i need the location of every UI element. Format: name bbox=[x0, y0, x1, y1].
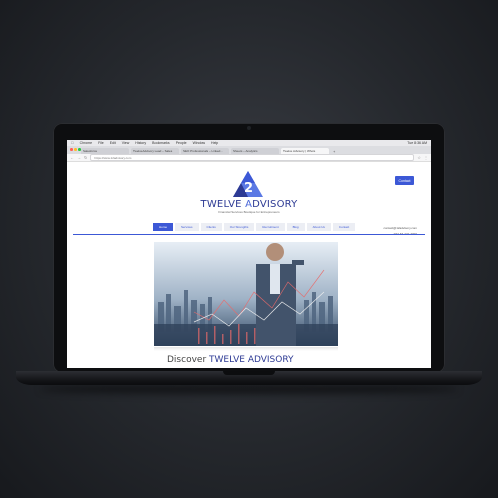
menu-item-people[interactable]: People bbox=[176, 141, 187, 145]
camera-icon bbox=[247, 126, 251, 130]
laptop-shadow bbox=[40, 384, 458, 394]
tab-bar: Salesforce TwelveAdvisory Lead – Sales S… bbox=[67, 146, 431, 154]
new-tab-icon[interactable]: + bbox=[333, 149, 335, 154]
hero-image bbox=[154, 242, 338, 346]
browser-tab[interactable]: Sheets – Analytics bbox=[231, 148, 279, 154]
nav-home[interactable]: Home bbox=[153, 223, 174, 231]
back-icon[interactable]: ← bbox=[70, 155, 74, 160]
tagline: Financial Services Boutique for Entrepre… bbox=[218, 210, 280, 214]
nav-contact[interactable]: Contact bbox=[332, 223, 356, 231]
nav-recruitment[interactable]: Recruitment bbox=[256, 223, 285, 231]
menu-item-view[interactable]: View bbox=[122, 141, 130, 145]
address-bar-row: ← → ↻ https://www.12advisory.com ☆ ⋮ bbox=[67, 154, 431, 162]
browser-tab[interactable]: SEO Professionals – Linked… bbox=[181, 148, 229, 154]
laptop-lid:  Chrome File Edit View History Bookmark… bbox=[53, 123, 445, 373]
forward-icon[interactable]: → bbox=[77, 155, 81, 160]
laptop-base bbox=[16, 371, 482, 385]
maximize-window-icon[interactable] bbox=[78, 148, 81, 151]
nav-services[interactable]: Services bbox=[175, 223, 199, 231]
menu-item-history[interactable]: History bbox=[135, 141, 146, 145]
nav-blog[interactable]: Blog bbox=[286, 223, 305, 231]
browser-tab[interactable]: Salesforce bbox=[81, 148, 129, 154]
twelve-advisory-logo[interactable]: 2 bbox=[232, 170, 264, 198]
svg-text:2: 2 bbox=[244, 181, 253, 196]
menubar-clock: Tue 8:36 AM bbox=[407, 141, 427, 145]
menu-item-chrome[interactable]: Chrome bbox=[80, 141, 92, 145]
menu-dots-icon[interactable]: ⋮ bbox=[424, 155, 428, 160]
contact-info: contact@12advisory.com +972-54-432-7090 bbox=[383, 225, 417, 237]
menu-item-help[interactable]: Help bbox=[211, 141, 218, 145]
brand-suffix: DVISORY bbox=[252, 199, 298, 210]
star-icon[interactable]: ☆ bbox=[417, 155, 421, 160]
window-controls bbox=[70, 148, 81, 151]
web-page: Contact 2 TWELVE ADVISORY Financial Serv… bbox=[67, 162, 431, 368]
menu-item-window[interactable]: Window bbox=[193, 141, 205, 145]
close-window-icon[interactable] bbox=[70, 148, 73, 151]
nav-our-strengths[interactable]: Our Strengths bbox=[223, 223, 255, 231]
browser-tab[interactable]: TwelveAdvisory Lead – Sales bbox=[131, 148, 179, 154]
url-text: https://www.12advisory.com bbox=[94, 155, 132, 160]
apple-icon[interactable]:  bbox=[71, 141, 74, 145]
discover-brand: TWELVE ADVISORY bbox=[209, 355, 294, 365]
nav-about-us[interactable]: About Us bbox=[306, 223, 331, 231]
url-input[interactable]: https://www.12advisory.com bbox=[90, 154, 415, 161]
menu-item-edit[interactable]: Edit bbox=[110, 141, 116, 145]
header-divider bbox=[73, 234, 425, 235]
brand-name: TWELVE ADVISORY bbox=[67, 199, 431, 210]
laptop-screen:  Chrome File Edit View History Bookmark… bbox=[67, 140, 431, 368]
laptop-notch bbox=[223, 371, 275, 375]
contact-button[interactable]: Contact bbox=[395, 176, 414, 185]
brand-prefix: TWELVE bbox=[200, 199, 246, 210]
discover-prefix: Discover bbox=[167, 355, 209, 365]
menu-item-bookmarks[interactable]: Bookmarks bbox=[152, 141, 170, 145]
main-nav: Home Services Clients Our Strengths Recr… bbox=[153, 223, 356, 231]
minimize-window-icon[interactable] bbox=[74, 148, 77, 151]
menu-item-file[interactable]: File bbox=[98, 141, 104, 145]
hero-shadow bbox=[154, 347, 338, 351]
nav-clients[interactable]: Clients bbox=[200, 223, 222, 231]
browser-tab-active[interactable]: Twelve Advisory | Whois bbox=[281, 148, 329, 154]
discover-heading: Discover TWELVE ADVISORY bbox=[167, 355, 294, 365]
reload-icon[interactable]: ↻ bbox=[84, 155, 87, 160]
